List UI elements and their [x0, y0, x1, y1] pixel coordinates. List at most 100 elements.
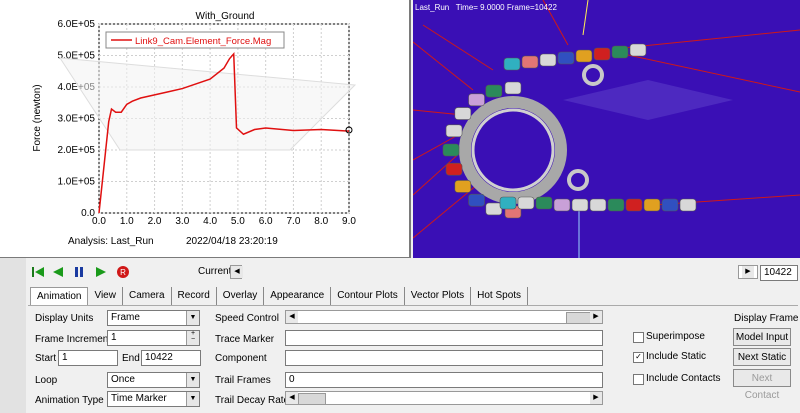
tab-overlay[interactable]: Overlay — [217, 287, 265, 305]
tab-view[interactable]: View — [88, 287, 123, 305]
animation-type-select[interactable]: Time Marker ▼ — [107, 391, 200, 407]
y-tick-label: 2.0E+05 — [57, 145, 95, 156]
start-label: Start — [35, 353, 57, 364]
record-icon[interactable]: R — [116, 265, 130, 279]
run-label: Last_Run — [415, 3, 450, 12]
arrow-left-icon[interactable]: ◀ — [286, 392, 298, 404]
y-tick-label: 1.0E+05 — [57, 177, 95, 188]
arrow-right-icon[interactable]: ▶ — [742, 266, 754, 278]
chain-link — [485, 202, 503, 216]
timestamp-label: 2022/04/18 23:20:19 — [186, 236, 278, 247]
chain-link — [521, 55, 539, 69]
pause-icon[interactable] — [72, 265, 86, 279]
chain-link — [468, 193, 485, 207]
current-slider-arrow[interactable]: ◀ — [230, 265, 243, 279]
frame-field[interactable]: 10422 — [760, 265, 798, 281]
arrow-left-icon[interactable]: ◀ — [286, 311, 298, 323]
chain-link — [643, 198, 661, 212]
display-frame-title: Display Frame — [734, 313, 799, 324]
animation-type-value: Time Marker — [111, 393, 167, 404]
chain-link — [485, 84, 503, 98]
display-units-value: Frame — [111, 312, 140, 323]
frame-increment-label: Frame Increment — [35, 334, 112, 345]
arrow-right-icon[interactable]: ▶ — [590, 311, 602, 323]
display-units-label: Display Units — [35, 313, 94, 324]
next-static-button[interactable]: Next Static — [733, 348, 791, 366]
chain-link — [503, 57, 521, 71]
chain-link — [499, 196, 517, 210]
arrow-right-icon[interactable]: ▶ — [590, 392, 602, 404]
component-field[interactable] — [285, 350, 603, 366]
chain-link — [517, 196, 535, 210]
arrow-left-icon[interactable]: ◀ — [231, 266, 243, 278]
chain-link — [454, 180, 472, 193]
model-viewport[interactable]: Last_Run Time= 9.0000 Frame=10422 — [413, 0, 800, 258]
spinner-icon[interactable]: + − — [186, 330, 199, 345]
x-tick-label: 9.0 — [342, 216, 356, 227]
display-units-select[interactable]: Frame ▼ — [107, 310, 200, 326]
chain-link — [445, 162, 463, 176]
tab-appearance[interactable]: Appearance — [264, 287, 332, 305]
frame-stepper[interactable]: ▶ — [738, 265, 758, 279]
tab-camera[interactable]: Camera — [123, 287, 172, 305]
model-input-button[interactable]: Model Input — [733, 328, 791, 346]
chain-link — [679, 198, 697, 212]
trail-decay-slider[interactable]: ◀ ▶ — [285, 391, 603, 405]
play-forward-icon[interactable] — [94, 265, 108, 279]
legend-label: Link9_Cam.Element_Force.Mag — [135, 36, 271, 47]
chevron-down-icon[interactable]: ▼ — [186, 373, 199, 387]
speed-control-slider[interactable]: ◀ ▶ — [285, 310, 603, 324]
slider-thumb[interactable] — [566, 312, 592, 324]
chain-link — [557, 51, 575, 65]
x-tick-label: 1.0 — [120, 216, 134, 227]
chart-title: With_Ground — [196, 11, 255, 22]
component-label: Component — [215, 353, 267, 364]
next-contact-button[interactable]: Next Contact — [733, 369, 791, 401]
chain-link — [442, 143, 460, 157]
analysis-label: Analysis: Last_Run — [68, 236, 154, 247]
x-tick-label: 3.0 — [175, 216, 189, 227]
tab-record[interactable]: Record — [172, 287, 217, 305]
loop-label: Loop — [35, 375, 58, 386]
marker-ray — [582, 0, 589, 36]
trace-marker-field[interactable] — [285, 330, 603, 346]
loop-value: Once — [111, 374, 135, 385]
slider-thumb[interactable] — [298, 393, 326, 405]
chain-link — [539, 53, 557, 67]
tab-hot-spots[interactable]: Hot Spots — [471, 287, 529, 305]
frame-increment-stepper[interactable]: 1 + − — [107, 330, 200, 346]
x-tick-label: 6.0 — [259, 216, 273, 227]
tab-animation[interactable]: Animation — [30, 287, 89, 305]
chain-link — [504, 81, 522, 95]
start-field[interactable]: 1 — [58, 350, 118, 366]
include-contacts-checkbox[interactable] — [633, 374, 644, 385]
y-axis-label: Force (newton) — [32, 84, 43, 151]
tab-contour-plots[interactable]: Contour Plots — [331, 287, 405, 305]
viewport-status: Last_Run Time= 9.0000 Frame=10422 — [415, 3, 557, 12]
tab-vector-plots[interactable]: Vector Plots — [405, 287, 472, 305]
svg-text:R: R — [120, 268, 126, 277]
trail-frames-field[interactable]: 0 — [285, 372, 603, 388]
viewport-scene — [413, 0, 800, 258]
include-static-label: Include Static — [646, 351, 707, 362]
rewind-icon[interactable] — [31, 265, 45, 279]
include-static-checkbox[interactable]: ✓ — [633, 352, 644, 363]
chevron-down-icon[interactable]: ▼ — [186, 392, 199, 406]
current-label: Current — [198, 266, 232, 277]
frame-label: Frame=10422 — [506, 3, 557, 12]
play-backward-icon[interactable] — [51, 265, 65, 279]
chevron-down-icon[interactable]: ▼ — [186, 311, 199, 325]
end-label: End — [122, 353, 140, 364]
loop-select[interactable]: Once ▼ — [107, 372, 200, 388]
end-field[interactable]: 10422 — [141, 350, 201, 366]
chain-link — [454, 107, 472, 120]
speed-control-label: Speed Control — [215, 313, 279, 324]
x-tick-label: 4.0 — [203, 216, 217, 227]
chain-link — [535, 196, 553, 210]
sprocket-wheel — [459, 96, 567, 204]
chain-link — [468, 93, 485, 107]
superimpose-checkbox[interactable] — [633, 332, 644, 343]
tab-bar: Animation View Camera Record Overlay App… — [30, 287, 529, 305]
plot-pane[interactable]: With_Ground 0.0 1.0 2.0 3.0 4.0 5.0 6.0 7.0 8.0 9… — [0, 0, 411, 258]
roller-lower — [567, 169, 589, 191]
